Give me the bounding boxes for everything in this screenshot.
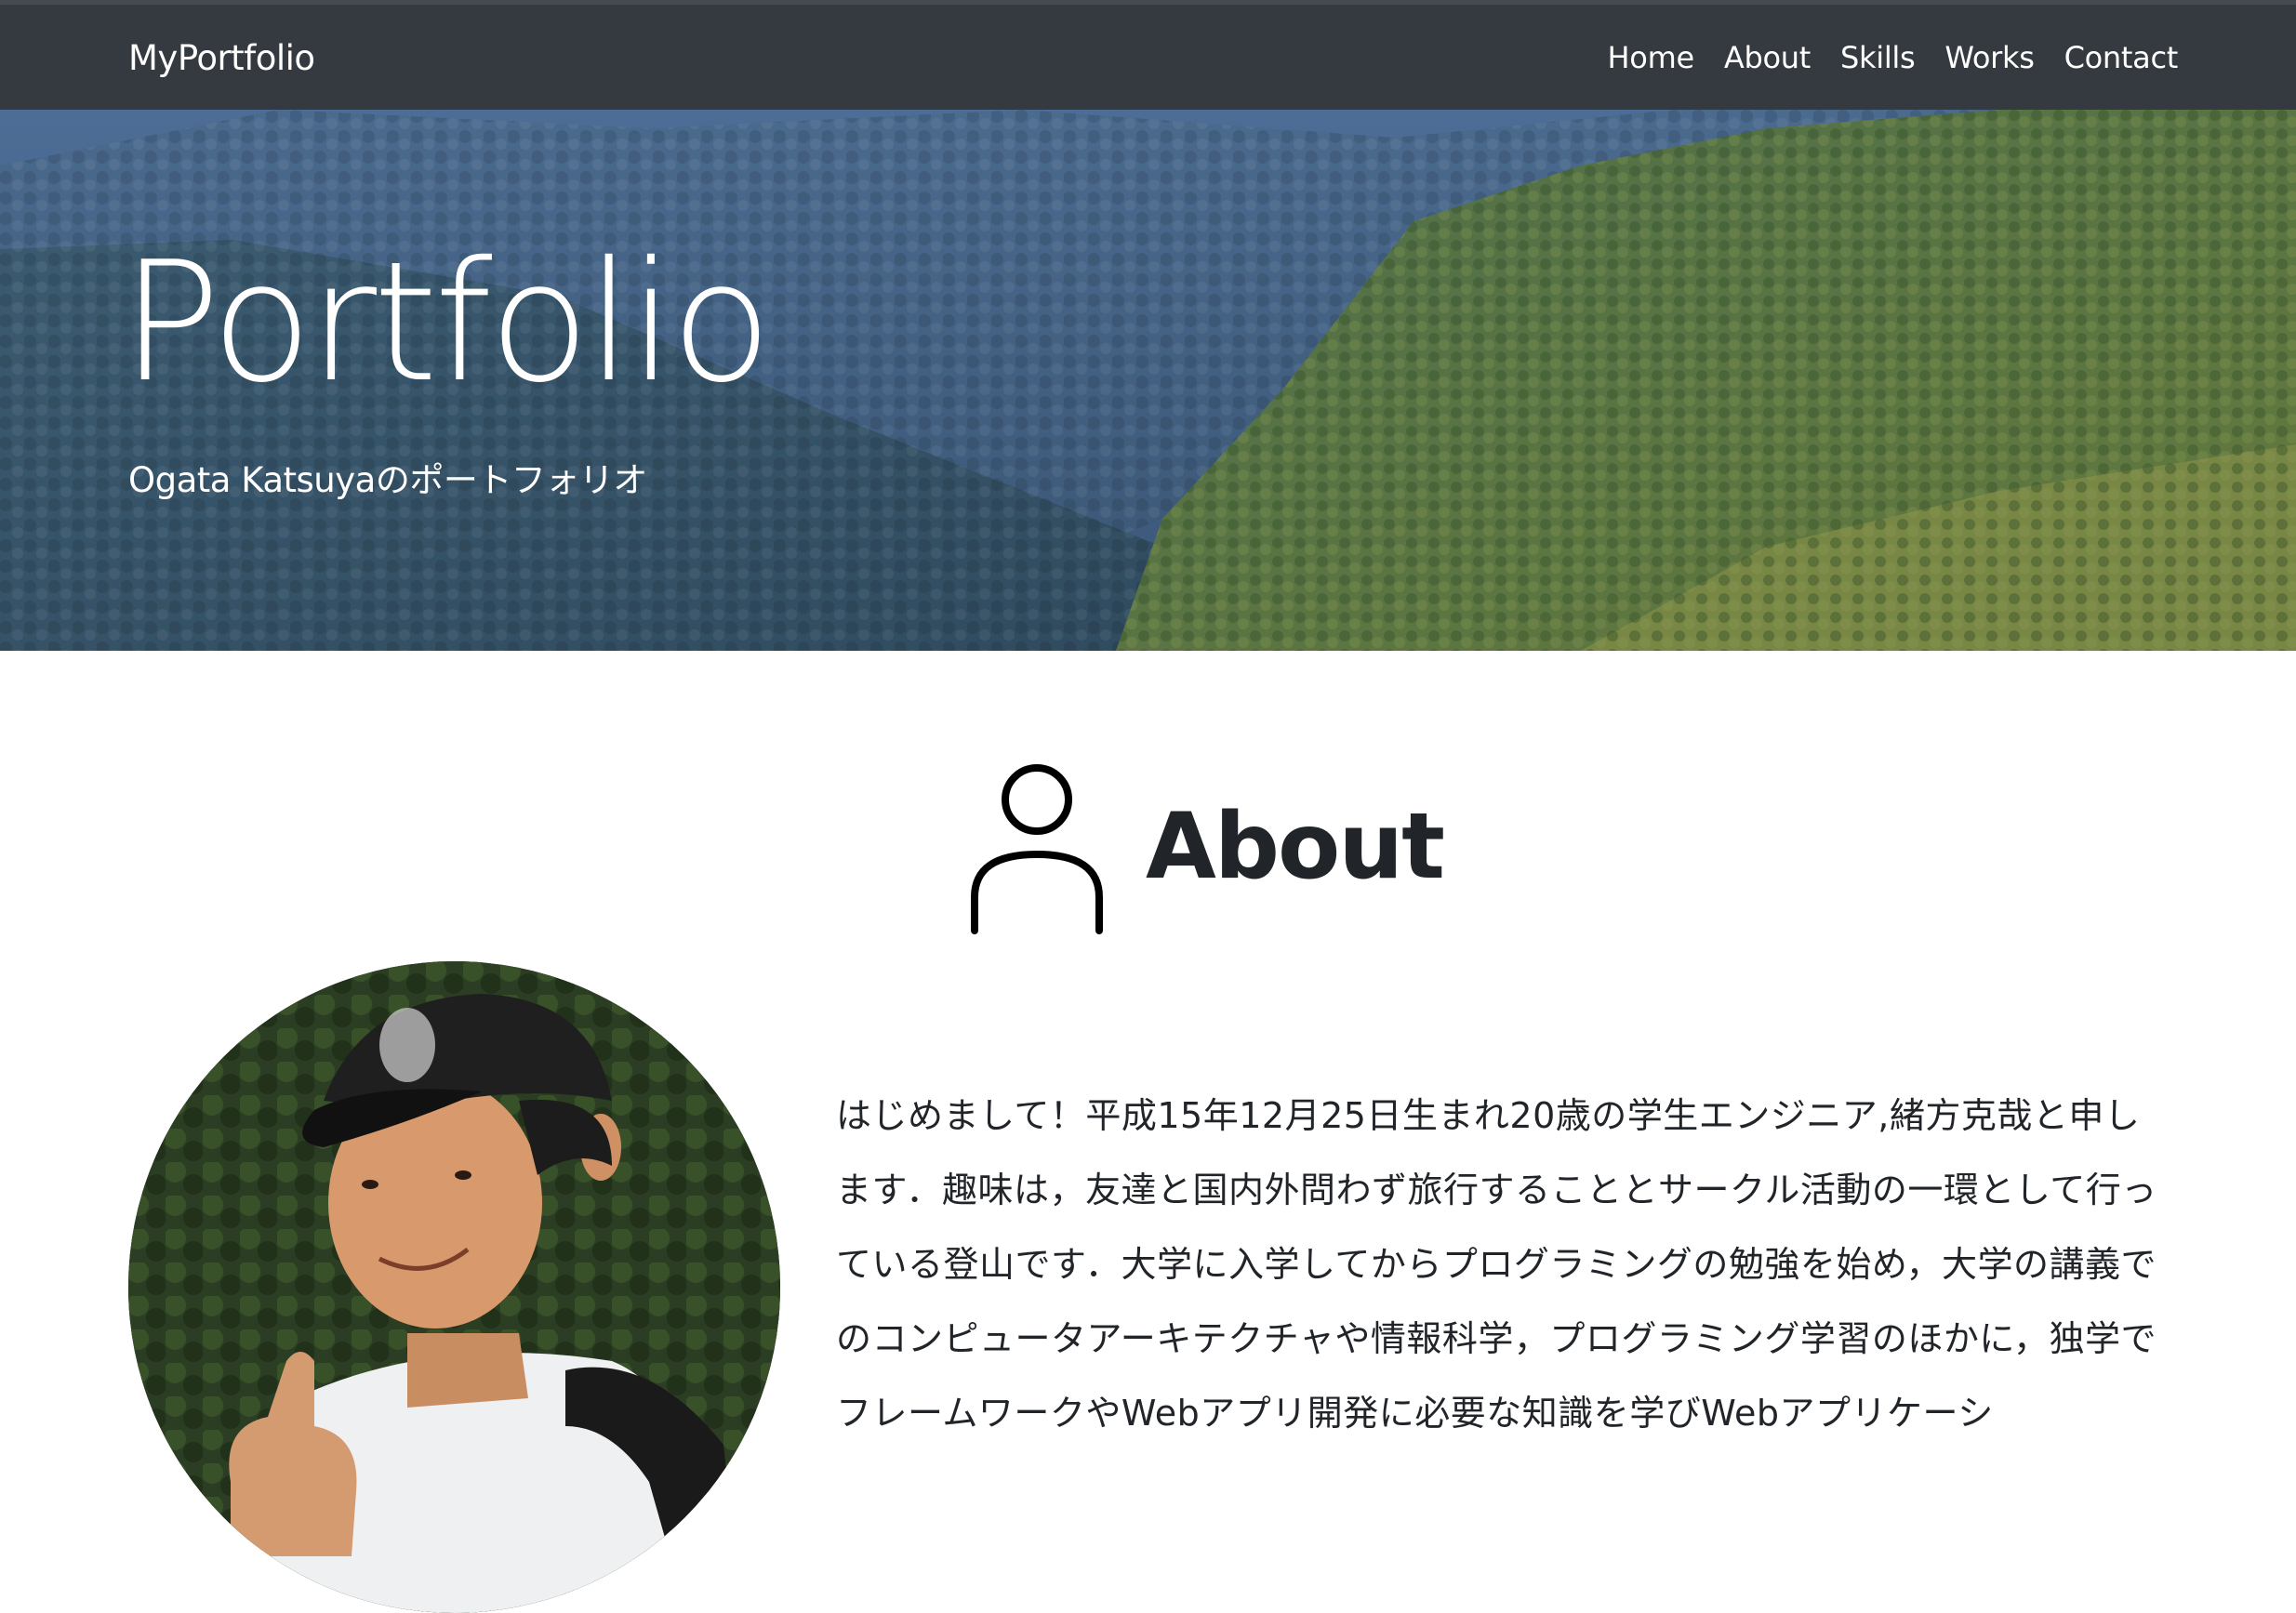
hero-title: Portfolio [121, 226, 772, 418]
nav-link-skills[interactable]: Skills [1840, 40, 1916, 75]
profile-photo [128, 961, 780, 1613]
brand-link[interactable]: MyPortfolio [128, 38, 315, 78]
nav-link-works[interactable]: Works [1944, 40, 2035, 75]
hero-subtitle: Ogata Katsuyaのポートフォリオ [128, 460, 647, 500]
about-description: はじめまして！平成15年12月25日生まれ20歳の学生エンジニア,緒方克哉と申し… [836, 1095, 2157, 1434]
about-title: About [1146, 794, 1445, 900]
top-navbar: MyPortfolio Home About Skills Works Cont… [0, 0, 2296, 110]
nav-links: Home About Skills Works Contact [1608, 40, 2179, 75]
nav-link-contact[interactable]: Contact [2064, 40, 2179, 75]
about-heading: About [967, 758, 1445, 936]
nav-link-about[interactable]: About [1724, 40, 1811, 75]
hero-banner: Portfolio Ogata Katsuyaのポートフォリオ [0, 110, 2296, 651]
nav-link-home[interactable]: Home [1608, 40, 1695, 75]
person-icon [971, 764, 1103, 934]
